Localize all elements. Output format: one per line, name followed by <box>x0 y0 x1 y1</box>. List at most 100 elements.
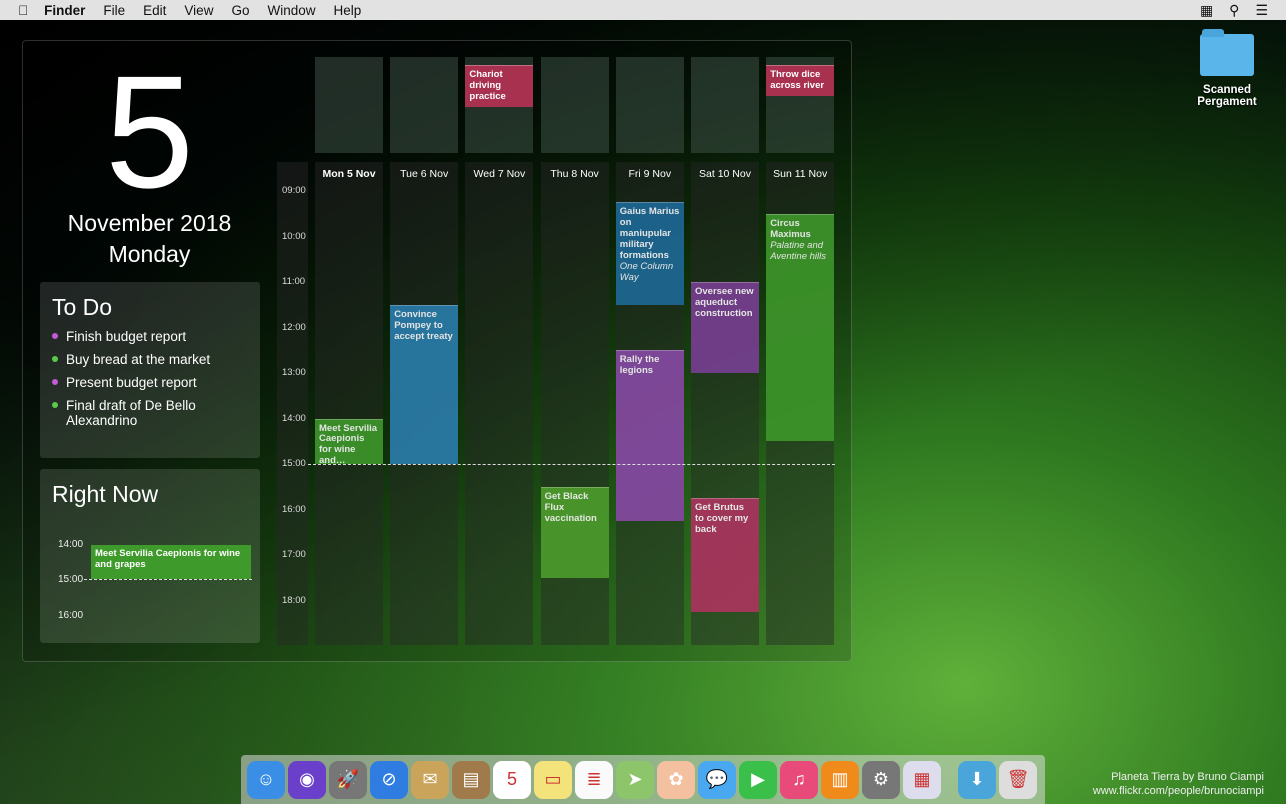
wallpaper-credit: Planeta Tierra by Bruno Ciampi www.flick… <box>1093 770 1264 799</box>
dock-messages-icon[interactable]: 💬 <box>698 760 736 799</box>
time-label: 14:00 <box>58 539 84 550</box>
todo-item[interactable]: Buy bread at the market <box>52 352 260 367</box>
event-title: Circus Maximus <box>770 217 811 240</box>
dock-facetime-icon[interactable]: ▶ <box>739 760 777 799</box>
menu-finder[interactable]: Finder <box>44 3 85 18</box>
folder-icon <box>1200 29 1254 76</box>
bullet-icon <box>52 356 58 362</box>
day-column: Wed 7 Nov <box>465 162 534 645</box>
dock-system-preferences-icon[interactable]: ⚙ <box>862 760 900 799</box>
day-column: Thu 8 Nov Get Black Flux vaccination <box>540 162 609 645</box>
dock-reminders-icon[interactable]: ≣ <box>575 760 613 799</box>
todo-item[interactable]: Finish budget report <box>52 329 260 344</box>
todo-text: Final draft of De Bello Alexandrino <box>66 398 196 428</box>
right-now-title: Right Now <box>52 481 159 507</box>
event[interactable]: Get Black Flux vaccination <box>540 486 609 578</box>
allday-column <box>615 57 684 153</box>
menu-window[interactable]: Window <box>267 3 315 18</box>
day-header: Tue 6 Nov <box>400 168 449 180</box>
event[interactable]: Oversee new aqueduct construction <box>691 282 759 373</box>
dock-photos-icon[interactable]: ✿ <box>657 760 695 799</box>
allday-event[interactable]: Throw dice across river <box>766 65 835 96</box>
todo-item[interactable]: Final draft of De Bello Alexandrino <box>52 398 260 428</box>
dock-contacts-icon[interactable]: ▤ <box>452 760 490 799</box>
allday-column: Chariot driving practice <box>465 57 534 153</box>
now-line <box>84 579 252 580</box>
hour-label: 15:00 <box>282 458 306 469</box>
menu-file[interactable]: File <box>103 3 125 18</box>
event[interactable]: Rally the legions <box>615 350 684 521</box>
event[interactable]: Gaius Marius on maniupular military form… <box>615 202 684 305</box>
day-column: Sun 11 Nov Circus Maximus Palatine and Ave… <box>766 162 835 645</box>
allday-column: Throw dice across river <box>766 57 835 153</box>
time-label: 15:00 <box>58 574 84 585</box>
dock-notes-icon[interactable]: ▭ <box>534 760 572 799</box>
dock-downloads-icon[interactable]: ⬇ <box>958 760 996 799</box>
current-event[interactable]: Meet Servilia Caepionis for wine and gra… <box>91 545 251 579</box>
event[interactable]: Convince Pompey to accept treaty <box>390 304 459 464</box>
spotlight-search-icon[interactable]: ⚲ <box>1229 2 1239 19</box>
hour-label: 12:00 <box>282 321 306 333</box>
day-column: Sat 10 Nov Oversee new aqueduct construct… <box>691 162 759 645</box>
todo-panel: To Do Finish budget report Buy bread at t… <box>40 282 260 458</box>
big-day-number: 5 <box>105 42 194 221</box>
menu-help[interactable]: Help <box>333 3 361 18</box>
day-column: Tue 6 Nov Convince Pompey to accept treat… <box>390 162 459 645</box>
allday-column <box>390 57 459 153</box>
bullet-icon <box>52 379 58 385</box>
right-now-panel: Right Now 14:00 15:00 16:00 Meet Servili… <box>40 469 260 643</box>
weekday: Monday <box>108 241 191 267</box>
event[interactable]: Get Brutus to cover my back <box>691 498 759 612</box>
day-header: Thu 8 Nov <box>550 168 599 180</box>
menu-view[interactable]: View <box>184 3 213 18</box>
event[interactable]: Circus Maximus Palatine and Aventine hill… <box>766 213 835 442</box>
menu-bar:  Finder File Edit View Go Window Help ▦ ⚲ ☰ <box>0 0 1286 20</box>
dock-preview-icon[interactable]: ▦ <box>903 760 941 799</box>
hour-label: 13:00 <box>282 367 306 378</box>
todo-item[interactable]: Present budget report <box>52 375 260 390</box>
folder-label: Scanned Pergament <box>1197 84 1257 108</box>
hour-label: 14:00 <box>282 412 306 424</box>
allday-column <box>540 57 609 153</box>
hour-label: 11:00 <box>282 276 306 287</box>
dock-safari-icon[interactable]: ⊘ <box>370 760 408 799</box>
day-header: Sat 10 Nov <box>699 168 751 180</box>
event-title: Meet Servilia Caepionis for wine and… <box>319 422 378 464</box>
event-title: Rally the legions <box>619 354 660 377</box>
day-column: Mon 5 Nov Meet Servilia Caepionis for win… <box>315 162 383 645</box>
hour-label: 18:00 <box>282 594 306 606</box>
menu-edit[interactable]: Edit <box>143 3 166 18</box>
dock-maps-icon[interactable]: ➤ <box>616 760 654 799</box>
allday-event[interactable]: Chariot driving practice <box>465 65 534 107</box>
dock-trash-icon[interactable]: 🗑 <box>999 760 1037 799</box>
dock-siri-icon[interactable]: ◉ <box>288 760 326 799</box>
day-header: Wed 7 Nov <box>473 168 526 180</box>
bullet-icon <box>52 333 58 339</box>
day-header: Sun 11 Nov <box>773 168 828 180</box>
todo-text: Finish budget report <box>66 329 187 344</box>
event[interactable]: Meet Servilia Caepionis for wine and… <box>315 418 383 464</box>
dock-itunes-icon[interactable]: ♫ <box>780 760 818 799</box>
dock-mail-icon[interactable]: ✉ <box>411 760 449 799</box>
notification-center-icon[interactable]: ☰ <box>1255 2 1268 19</box>
dock-finder-icon[interactable]: ☺ <box>247 760 285 799</box>
credit-line: Planeta Tierra by Bruno Ciampi <box>1111 771 1264 783</box>
event-title: Get Black Flux vaccination <box>544 490 597 524</box>
dock-ibooks-icon[interactable]: ▥ <box>821 760 859 799</box>
apple-menu-icon[interactable]:  <box>18 3 28 18</box>
event-title: Get Brutus to cover my back <box>695 502 749 535</box>
dock-calendar-icon[interactable]: 5 <box>493 760 531 799</box>
dock-launchpad-icon[interactable]: 🚀 <box>329 760 367 799</box>
menu-go[interactable]: Go <box>231 3 249 18</box>
event-title: Gaius Marius on maniupular military form… <box>619 206 680 262</box>
todo-text: Present budget report <box>66 375 197 390</box>
grid-icon[interactable]: ▦ <box>1200 2 1213 19</box>
hour-label: 10:00 <box>282 230 306 242</box>
time-label: 16:00 <box>58 610 84 621</box>
event-location: One Column Way <box>619 260 674 283</box>
day-header: Fri 9 Nov <box>628 168 672 180</box>
day-header: Mon 5 Nov <box>322 168 376 180</box>
todo-text: Buy bread at the market <box>66 352 211 367</box>
desktop-folder[interactable]: Scanned Pergament <box>1190 29 1264 108</box>
event-title: Oversee new aqueduct construction <box>695 286 754 319</box>
